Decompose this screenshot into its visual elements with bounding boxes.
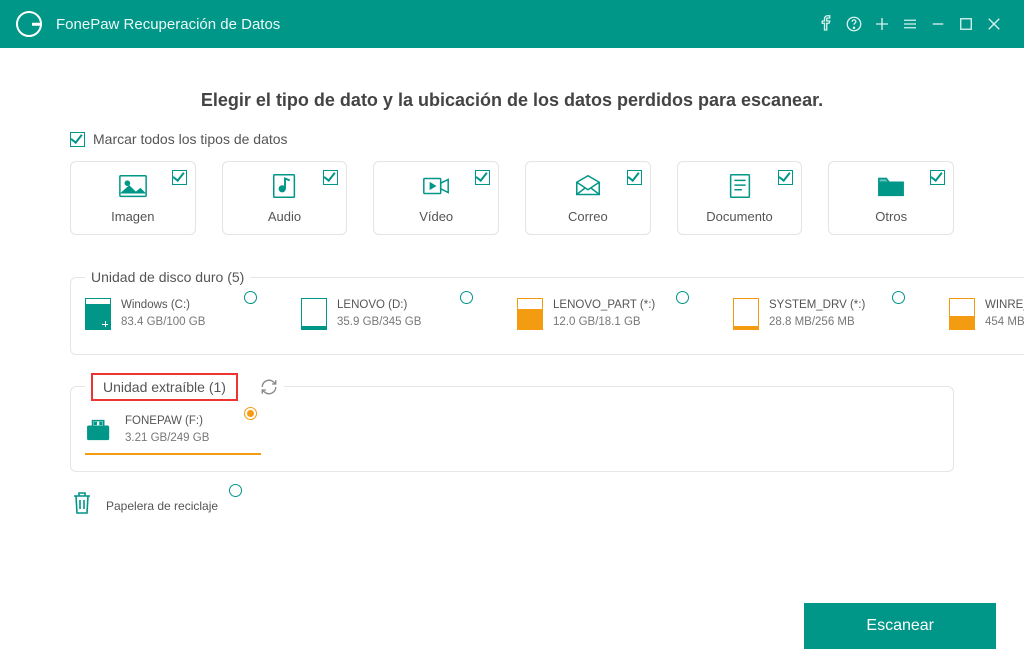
type-checkbox[interactable] (627, 170, 642, 185)
type-label: Documento (706, 209, 772, 224)
type-checkbox[interactable] (475, 170, 490, 185)
drive-size: 12.0 GB/18.1 GB (553, 314, 655, 331)
type-label: Imagen (111, 209, 154, 224)
type-card-doc[interactable]: Documento (677, 161, 803, 235)
audio-icon (270, 172, 300, 205)
image-icon (118, 172, 148, 205)
drive-name: LENOVO (D:) (337, 297, 421, 314)
drive-radio[interactable] (676, 291, 689, 304)
type-label: Correo (568, 209, 608, 224)
type-card-audio[interactable]: Audio (222, 161, 348, 235)
type-card-mail[interactable]: Correo (525, 161, 651, 235)
recycle-bin-option[interactable]: Papelera de reciclaje (70, 490, 246, 521)
folder-icon (876, 172, 906, 205)
drive-size: 3.21 GB/249 GB (125, 430, 209, 447)
drive-c[interactable]: Windows (C:) 83.4 GB/100 GB (85, 297, 261, 338)
help-icon[interactable] (840, 0, 868, 48)
maximize-icon[interactable] (952, 0, 980, 48)
trash-icon (70, 490, 94, 521)
drive-radio[interactable] (244, 407, 257, 420)
check-all-checkbox[interactable] (70, 132, 85, 147)
removable-legend: Unidad extraíble (1) (91, 373, 238, 401)
drive-size: 35.9 GB/345 GB (337, 314, 421, 331)
document-icon (725, 172, 755, 205)
drive-size: 28.8 MB/256 MB (769, 314, 865, 331)
drive-radio[interactable] (892, 291, 905, 304)
plus-icon[interactable] (868, 0, 896, 48)
type-label: Vídeo (419, 209, 453, 224)
drive-radio[interactable] (460, 291, 473, 304)
close-icon[interactable] (980, 0, 1008, 48)
drive-name: FONEPAW (F:) (125, 413, 209, 430)
menu-icon[interactable] (896, 0, 924, 48)
app-logo-icon (16, 11, 42, 37)
type-label: Audio (268, 209, 301, 224)
drive-name: WINRE_DRV (*:) (985, 297, 1024, 314)
disk-icon (85, 298, 111, 330)
drive-name: LENOVO_PART (*:) (553, 297, 655, 314)
hdd-legend: Unidad de disco duro (5) (85, 269, 250, 285)
usb-icon (85, 415, 115, 445)
disk-icon (301, 298, 327, 330)
minimize-icon[interactable] (924, 0, 952, 48)
drive-part[interactable]: LENOVO_PART (*:) 12.0 GB/18.1 GB (517, 297, 693, 338)
refresh-icon[interactable] (260, 378, 278, 396)
check-all-row[interactable]: Marcar todos los tipos de datos (70, 131, 1016, 147)
hdd-section: Unidad de disco duro (5) Windows (C:) 83… (70, 269, 1024, 355)
removable-section: Unidad extraíble (1) FONEPAW (F:) 3.21 G… (70, 373, 954, 473)
recycle-radio[interactable] (229, 484, 242, 497)
type-grid: Imagen Audio Vídeo Correo (8, 161, 1016, 235)
drive-d[interactable]: LENOVO (D:) 35.9 GB/345 GB (301, 297, 477, 338)
video-icon (421, 172, 451, 205)
disk-icon (733, 298, 759, 330)
type-card-other[interactable]: Otros (828, 161, 954, 235)
facebook-icon[interactable] (812, 0, 840, 48)
type-label: Otros (875, 209, 907, 224)
mail-icon (573, 172, 603, 205)
drive-winre[interactable]: WINRE_DRV (*:) 454 MB/999 MB (949, 297, 1024, 338)
app-title: FonePaw Recuperación de Datos (56, 16, 280, 33)
disk-icon (517, 298, 543, 330)
recycle-label: Papelera de reciclaje (106, 499, 218, 513)
check-all-label: Marcar todos los tipos de datos (93, 131, 288, 147)
type-checkbox[interactable] (323, 170, 338, 185)
drive-size: 454 MB/999 MB (985, 314, 1024, 331)
drive-radio[interactable] (244, 291, 257, 304)
page-title: Elegir el tipo de dato y la ubicación de… (8, 90, 1016, 111)
type-card-image[interactable]: Imagen (70, 161, 196, 235)
drive-name: Windows (C:) (121, 297, 205, 314)
drive-size: 83.4 GB/100 GB (121, 314, 205, 331)
type-checkbox[interactable] (778, 170, 793, 185)
titlebar: FonePaw Recuperación de Datos (0, 0, 1024, 48)
type-checkbox[interactable] (172, 170, 187, 185)
drive-system[interactable]: SYSTEM_DRV (*:) 28.8 MB/256 MB (733, 297, 909, 338)
disk-icon (949, 298, 975, 330)
type-checkbox[interactable] (930, 170, 945, 185)
drive-usb[interactable]: FONEPAW (F:) 3.21 GB/249 GB (85, 413, 261, 456)
drive-name: SYSTEM_DRV (*:) (769, 297, 865, 314)
scan-button[interactable]: Escanear (804, 603, 996, 649)
type-card-video[interactable]: Vídeo (373, 161, 499, 235)
